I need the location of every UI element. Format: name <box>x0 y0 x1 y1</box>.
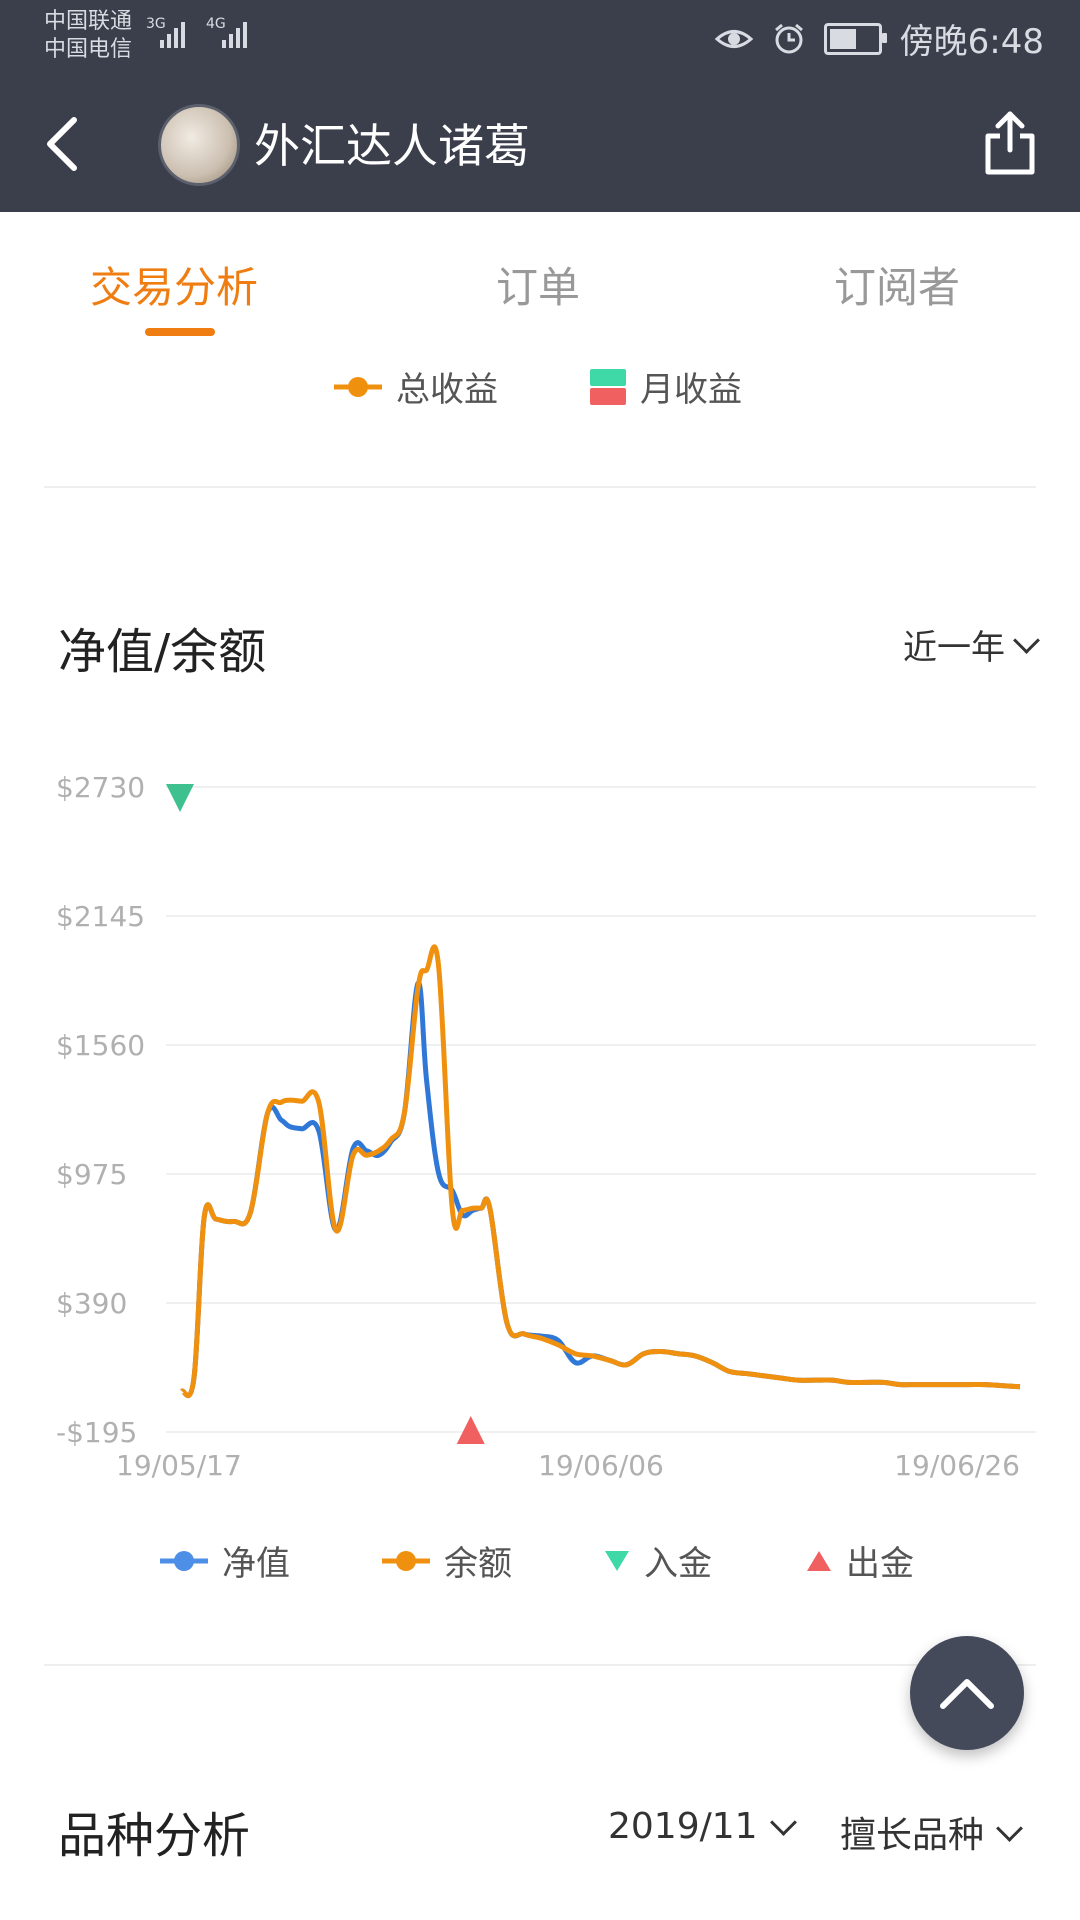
legend-deposit-label: 入金 <box>644 1544 712 1584</box>
legend-equity-label: 净值 <box>222 1544 290 1584</box>
withdraw-marker <box>456 1416 485 1444</box>
range-dropdown[interactable]: 近一年 <box>903 620 1040 669</box>
back-button[interactable] <box>36 114 96 174</box>
legend-monthly-profit[interactable]: 月收益 <box>590 362 742 411</box>
page-title: 外汇达人诸葛 <box>254 119 530 173</box>
equity-balance-chart: $2730 $2145 $1560 $975 $390 -$195 19/05/17 19/0… <box>0 740 1080 1480</box>
status-bar: 中国联通 中国电信 3G 4G 傍晚6:48 <box>0 0 1080 72</box>
top-legend: 总收益 月收益 <box>0 356 1080 416</box>
divider <box>44 1664 1036 1666</box>
range-label: 近一年 <box>903 628 1005 668</box>
y-tick-label: -$195 <box>56 1416 137 1449</box>
y-tick-label: $1560 <box>56 1029 145 1062</box>
chevron-left-icon <box>47 117 77 171</box>
symbol-analysis-header: 品种分析 2019/11 擅长品种 <box>0 1796 1080 1866</box>
legend-balance[interactable]: 余额 <box>382 1536 512 1585</box>
scroll-to-top-button[interactable] <box>910 1636 1024 1750</box>
tab-orders[interactable]: 订单 <box>496 254 580 315</box>
legend-balance-label: 余额 <box>444 1544 512 1584</box>
share-button[interactable] <box>980 108 1040 178</box>
chevron-down-icon <box>769 1809 797 1836</box>
section-title-symbol-analysis: 品种分析 <box>58 1808 251 1864</box>
carrier-1: 中国联通 <box>44 9 133 34</box>
green-down-triangle-icon <box>605 1550 629 1571</box>
y-tick-label: $390 <box>56 1287 127 1320</box>
legend-equity[interactable]: 净值 <box>160 1536 290 1585</box>
x-tick-label: 19/05/17 <box>116 1449 242 1480</box>
chevron-down-icon <box>996 1814 1023 1842</box>
orange-line-dot-icon <box>334 376 382 397</box>
red-up-triangle-icon <box>807 1550 831 1571</box>
specialty-dropdown[interactable]: 擅长品种 <box>840 1806 1023 1858</box>
x-tick-label: 19/06/26 <box>894 1449 1020 1480</box>
green-red-box-icon <box>590 368 626 405</box>
app-bar: 外汇达人诸葛 <box>0 72 1080 212</box>
orange-line-dot-icon <box>382 1550 430 1571</box>
y-tick-label: $2145 <box>56 900 145 933</box>
tab-trade-analysis[interactable]: 交易分析 <box>90 254 258 315</box>
month-label: 2019/11 <box>608 1806 758 1847</box>
chart-svg: $2730 $2145 $1560 $975 $390 -$19519/05/17 19/0… <box>56 771 1036 1480</box>
deposit-marker <box>166 784 194 813</box>
legend-monthly-label: 月收益 <box>640 370 742 410</box>
x-tick-label: 19/06/06 <box>538 1449 664 1480</box>
alarm-icon <box>774 23 803 53</box>
legend-withdraw[interactable]: 出金 <box>806 1536 914 1585</box>
signal-icon: 3G 4G <box>146 16 266 56</box>
y-tick-label: $2730 <box>56 771 145 804</box>
legend-total-profit[interactable]: 总收益 <box>334 362 498 411</box>
share-icon <box>985 111 1035 175</box>
legend-total-label: 总收益 <box>396 370 498 410</box>
y-tick-label: $975 <box>56 1158 127 1191</box>
divider <box>44 486 1036 488</box>
carrier-2: 中国电信 <box>44 37 133 62</box>
status-time: 傍晚6:48 <box>899 22 1044 62</box>
chevron-down-icon <box>1013 627 1040 654</box>
tab-indicator <box>145 328 215 336</box>
tab-subscribers[interactable]: 订阅者 <box>834 254 960 315</box>
eye-icon <box>714 29 753 48</box>
carrier-info: 中国联通 中国电信 <box>44 8 132 64</box>
avatar[interactable] <box>158 104 240 186</box>
battery-icon <box>823 22 887 55</box>
month-dropdown[interactable]: 2019/11 <box>608 1806 797 1847</box>
status-right: 傍晚6:48 <box>714 14 1044 63</box>
tab-bar: 交易分析 订单 订阅者 <box>0 232 1080 342</box>
balance-series-line <box>179 944 1021 1398</box>
legend-withdraw-label: 出金 <box>846 1544 914 1584</box>
specialty-label: 擅长品种 <box>840 1815 985 1856</box>
legend-deposit[interactable]: 入金 <box>604 1536 712 1585</box>
chevron-up-icon <box>940 1679 994 1709</box>
chart-legend: 净值 余额 入金 出金 <box>0 1536 1080 1592</box>
blue-line-dot-icon <box>160 1550 208 1571</box>
section-title-equity-balance: 净值/余额 <box>58 624 267 680</box>
